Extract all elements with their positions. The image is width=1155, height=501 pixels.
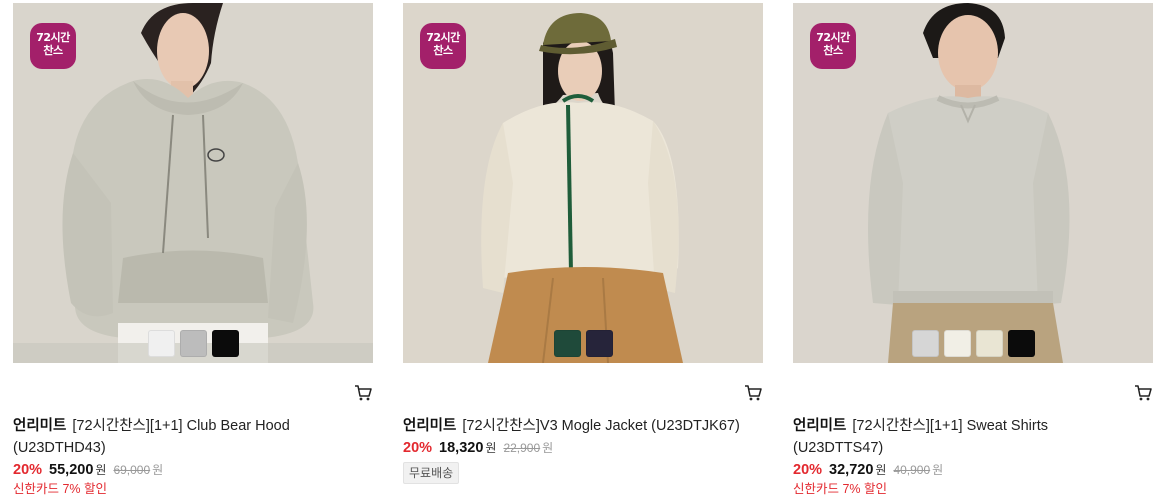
product-code[interactable]: (U23DTHD43) xyxy=(13,440,106,456)
original-price: 40,900 xyxy=(893,463,931,477)
brand-name[interactable]: 언리미트 xyxy=(403,418,456,434)
original-currency-unit: 원 xyxy=(152,463,164,477)
brand-name[interactable]: 언리미트 xyxy=(793,418,846,434)
product-info: 언리미트 [72시간찬스][1+1] Sweat Shirts (U23DTTS4… xyxy=(793,415,1153,498)
product-name[interactable]: [72시간찬스]V3 Mogle Jacket (U23DTJK67) xyxy=(462,418,739,434)
discount-rate: 20% xyxy=(403,440,433,456)
cart-icon[interactable] xyxy=(354,384,372,402)
product-title[interactable]: 언리미트 [72시간찬스]V3 Mogle Jacket (U23DTJK67) xyxy=(403,415,763,437)
original-price: 69,000 xyxy=(113,463,151,477)
product-image[interactable]: 72시간 찬스 xyxy=(13,3,373,363)
sale-price: 55,200 xyxy=(49,462,94,478)
price-row: 20% 18,320 원 22,900 원 xyxy=(403,438,763,458)
original-price: 22,900 xyxy=(503,441,541,455)
discount-rate: 20% xyxy=(793,462,823,478)
currency-unit: 원 xyxy=(95,463,107,477)
cart-icon[interactable] xyxy=(744,384,762,402)
color-swatches xyxy=(403,330,763,357)
badge-line-1: 72시간 xyxy=(426,31,460,44)
color-swatch[interactable] xyxy=(585,330,613,357)
color-swatch[interactable] xyxy=(1007,330,1035,357)
product-grid: 72시간 찬스 언리미트 [72시간찬스][1+1] Club Bear Hood… xyxy=(0,0,1155,501)
product-info: 언리미트 [72시간찬스]V3 Mogle Jacket (U23DTJK67) … xyxy=(403,415,763,484)
badge-line-1: 72시간 xyxy=(36,31,70,44)
badge-line-2: 찬스 xyxy=(823,44,843,57)
72h-chance-badge: 72시간 찬스 xyxy=(30,23,76,69)
badge-line-2: 찬스 xyxy=(43,44,63,57)
product-name[interactable]: [72시간찬스][1+1] Sweat Shirts xyxy=(852,418,1048,434)
color-swatch[interactable] xyxy=(179,330,207,357)
color-swatch[interactable] xyxy=(911,330,939,357)
brand-name[interactable]: 언리미트 xyxy=(13,418,66,434)
color-swatches xyxy=(793,330,1153,357)
price-row: 20% 32,720 원 40,900 원 xyxy=(793,460,1153,480)
color-swatch[interactable] xyxy=(211,330,239,357)
currency-unit: 원 xyxy=(485,441,497,455)
product-name[interactable]: [72시간찬스][1+1] Club Bear Hood xyxy=(72,418,289,434)
product-code[interactable]: (U23DTTS47) xyxy=(793,440,883,456)
product-title[interactable]: 언리미트 [72시간찬스][1+1] Club Bear Hood (U23DTH… xyxy=(13,415,373,459)
color-swatch[interactable] xyxy=(147,330,175,357)
sale-price: 32,720 xyxy=(829,462,874,478)
72h-chance-badge: 72시간 찬스 xyxy=(420,23,466,69)
product-card[interactable]: 72시간 찬스 언리미트 [72시간찬스]V3 Mogle Jacket (U23… xyxy=(403,3,763,484)
sale-price: 18,320 xyxy=(439,440,484,456)
badge-line-2: 찬스 xyxy=(433,44,453,57)
product-title[interactable]: 언리미트 [72시간찬스][1+1] Sweat Shirts (U23DTTS4… xyxy=(793,415,1153,459)
product-card[interactable]: 72시간 찬스 언리미트 [72시간찬스][1+1] Club Bear Hood… xyxy=(13,3,373,496)
badge-line-1: 72시간 xyxy=(816,31,850,44)
product-card[interactable]: 72시간 찬스 언리미트 [72시간찬스][1+1] Sweat Shirts (… xyxy=(793,3,1153,496)
card-discount-promo: 신한카드 7% 할인 xyxy=(13,482,108,496)
color-swatch[interactable] xyxy=(553,330,581,357)
original-currency-unit: 원 xyxy=(542,441,554,455)
price-row: 20% 55,200 원 69,000 원 xyxy=(13,460,373,480)
discount-rate: 20% xyxy=(13,462,43,478)
free-shipping-tag: 무료배송 xyxy=(403,462,460,484)
product-info: 언리미트 [72시간찬스][1+1] Club Bear Hood (U23DTH… xyxy=(13,415,373,498)
product-image[interactable]: 72시간 찬스 xyxy=(403,3,763,363)
original-currency-unit: 원 xyxy=(932,463,944,477)
currency-unit: 원 xyxy=(875,463,887,477)
color-swatches xyxy=(13,330,373,357)
color-swatch[interactable] xyxy=(943,330,971,357)
72h-chance-badge: 72시간 찬스 xyxy=(810,23,856,69)
product-image[interactable]: 72시간 찬스 xyxy=(793,3,1153,363)
color-swatch[interactable] xyxy=(975,330,1003,357)
cart-icon[interactable] xyxy=(1134,384,1152,402)
card-discount-promo: 신한카드 7% 할인 xyxy=(793,482,888,496)
